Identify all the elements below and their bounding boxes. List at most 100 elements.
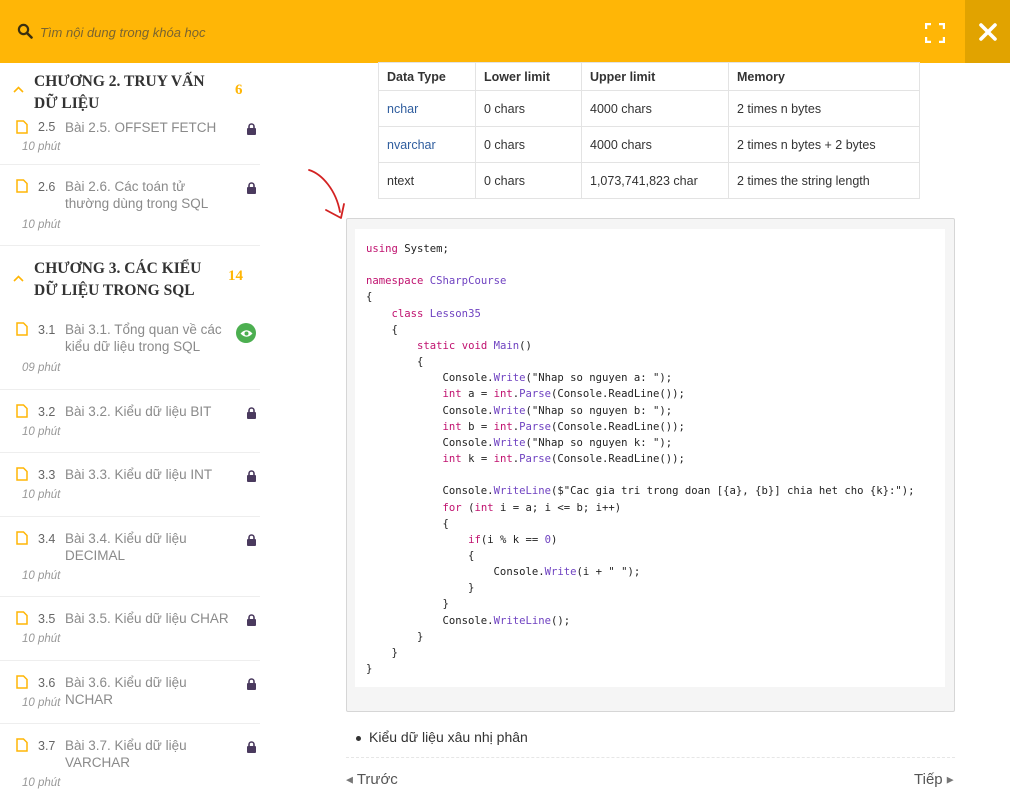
- code-line: }: [366, 663, 373, 676]
- lesson-number: 3.3: [38, 468, 56, 482]
- column-header: Data Type: [378, 62, 476, 91]
- code-line: {: [442, 517, 449, 530]
- lesson-number: 2.6: [38, 180, 56, 194]
- lock-icon: [247, 407, 256, 419]
- lesson-number: 3.7: [38, 739, 56, 753]
- code-line: Console.Write("Nhap so nguyen k: ");: [366, 436, 673, 449]
- code-line: int b = int.Parse(Console.ReadLine());: [442, 420, 685, 433]
- file-icon: [16, 120, 28, 134]
- code-line: Console.WriteLine();: [366, 614, 571, 627]
- lesson-item-3-4[interactable]: 3.4 Bài 3.4. Kiểu dữ liệu DECIMAL 10 phú…: [0, 517, 260, 597]
- file-icon: [16, 179, 28, 193]
- lesson-title: Bài 3.6. Kiểu dữ liệu NCHAR: [65, 675, 187, 707]
- chapter-2-header[interactable]: CHƯƠNG 2. TRUY VẤN DỮ LIỆU 6: [0, 63, 260, 120]
- chapter-title: CHƯƠNG 3. CÁC KIỂU DỮ LIỆU TRONG SQL: [34, 260, 202, 299]
- table-row: nvarchar 0 chars 4000 chars 2 times n by…: [378, 126, 920, 163]
- code-line: }: [417, 630, 424, 643]
- chevron-right-icon: ▶: [946, 774, 954, 785]
- code-line: int a = int.Parse(Console.ReadLine());: [442, 388, 685, 401]
- lesson-duration: 10 phút: [22, 777, 61, 789]
- code-line: {: [391, 323, 398, 336]
- code-line: for (int i = a; i <= b; i++): [442, 501, 622, 514]
- table-cell: 1,073,741,823 char: [581, 162, 729, 199]
- code-line: }: [468, 582, 475, 595]
- file-icon: [16, 322, 28, 336]
- lesson-duration: 10 phút: [22, 426, 61, 438]
- close-icon: [978, 22, 997, 41]
- lock-icon: [247, 614, 256, 626]
- table-cell: 4000 chars: [581, 90, 729, 127]
- code-block-inner: using System; namespace CSharpCourse { c…: [355, 229, 945, 687]
- chapter-title: CHƯƠNG 2. TRUY VẤN DỮ LIỆU: [34, 73, 205, 112]
- table-cell[interactable]: nchar: [378, 90, 476, 127]
- table-cell: ntext: [378, 162, 476, 199]
- lock-icon: [247, 123, 256, 135]
- file-icon: [16, 531, 28, 545]
- table-header-row: Data Type Lower limit Upper limit Memory: [378, 62, 920, 91]
- chevron-up-icon: [13, 270, 24, 285]
- code-line: }: [442, 598, 449, 611]
- lesson-title: Bài 3.2. Kiểu dữ liệu BIT: [65, 404, 212, 419]
- code-line: {: [417, 356, 424, 369]
- table-cell[interactable]: nvarchar: [378, 126, 476, 163]
- table-cell: 0 chars: [475, 162, 582, 199]
- lesson-item-2-5[interactable]: 2.5 Bài 2.5. OFFSET FETCH 10 phút: [0, 120, 260, 165]
- code-line: {: [366, 291, 373, 304]
- lesson-item-3-1[interactable]: 3.1 Bài 3.1. Tổng quan về các kiểu dữ li…: [0, 310, 260, 390]
- code-line: if(i % k == 0): [468, 533, 558, 546]
- column-header: Upper limit: [581, 62, 729, 91]
- column-header: Lower limit: [475, 62, 582, 91]
- previous-label: Trước: [356, 771, 398, 788]
- lesson-number: 3.4: [38, 532, 56, 546]
- fullscreen-icon: [925, 23, 945, 43]
- lesson-item-2-6[interactable]: 2.6 Bài 2.6. Các toán tử thường dùng tro…: [0, 165, 260, 246]
- file-icon: [16, 738, 28, 752]
- lesson-item-3-5[interactable]: 3.5 Bài 3.5. Kiểu dữ liệu CHAR 10 phút: [0, 597, 260, 661]
- lesson-duration: 10 phút: [22, 141, 61, 153]
- next-lesson-button[interactable]: Tiếp ▶: [914, 771, 954, 788]
- lesson-title: Bài 3.4. Kiểu dữ liệu DECIMAL: [65, 531, 187, 563]
- list-item: Kiểu dữ liệu xâu nhị phân: [356, 729, 528, 745]
- code-line: {: [468, 549, 475, 562]
- code-line: Console.Write("Nhap so nguyen a: ");: [366, 372, 673, 385]
- chapter-3-header[interactable]: CHƯƠNG 3. CÁC KIỂU DỮ LIỆU TRONG SQL 14: [0, 246, 260, 310]
- lesson-duration: 10 phút: [22, 697, 61, 709]
- lock-icon: [247, 470, 256, 482]
- lesson-number: 3.5: [38, 612, 56, 626]
- lesson-item-3-2[interactable]: 3.2 Bài 3.2. Kiểu dữ liệu BIT 10 phút: [0, 390, 260, 453]
- lesson-number: 3.2: [38, 405, 56, 419]
- lesson-duration: 10 phút: [22, 570, 61, 582]
- chevron-left-icon: ◀: [346, 774, 353, 785]
- lesson-duration: 10 phút: [22, 633, 61, 645]
- close-button[interactable]: [965, 0, 1010, 63]
- table-row: nchar 0 chars 4000 chars 2 times n bytes: [378, 90, 920, 127]
- lock-icon: [247, 534, 256, 546]
- code-line: namespace CSharpCourse: [366, 275, 507, 288]
- next-label: Tiếp: [914, 771, 943, 788]
- data-type-table: Data Type Lower limit Upper limit Memory…: [378, 62, 920, 199]
- code-line: Console.Write(i + " ");: [366, 566, 641, 579]
- code-line: using System;: [366, 243, 449, 255]
- table-cell: 2 times n bytes + 2 bytes: [728, 126, 920, 163]
- lesson-item-3-7[interactable]: 3.7 Bài 3.7. Kiểu dữ liệu VARCHAR 10 phú…: [0, 724, 260, 800]
- code-listing: using System; namespace CSharpCourse { c…: [355, 229, 945, 677]
- table-cell: 2 times n bytes: [728, 90, 920, 127]
- lesson-item-3-6[interactable]: 3.6 Bài 3.6. Kiểu dữ liệu NCHAR 10 phút: [0, 661, 260, 724]
- file-icon: [16, 675, 28, 689]
- file-icon: [16, 404, 28, 418]
- lesson-item-3-3[interactable]: 3.3 Bài 3.3. Kiểu dữ liệu INT 10 phút: [0, 453, 260, 517]
- table-cell: 0 chars: [475, 90, 582, 127]
- table-cell: 2 times the string length: [728, 162, 920, 199]
- previous-lesson-button[interactable]: ◀ Trước: [346, 771, 398, 788]
- lesson-title: Bài 3.3. Kiểu dữ liệu INT: [65, 467, 213, 482]
- file-icon: [16, 611, 28, 625]
- search-input[interactable]: [40, 20, 460, 44]
- code-line: Console.WriteLine($"Cac gia tri trong do…: [366, 485, 915, 498]
- code-line: class Lesson35: [391, 307, 481, 320]
- code-line: int k = int.Parse(Console.ReadLine());: [442, 453, 685, 466]
- lock-icon: [247, 182, 256, 194]
- code-line: static void Main(): [417, 339, 532, 352]
- lesson-duration: 10 phút: [22, 219, 61, 231]
- fullscreen-button[interactable]: [920, 20, 950, 46]
- chapter-lesson-count: 6: [235, 82, 243, 98]
